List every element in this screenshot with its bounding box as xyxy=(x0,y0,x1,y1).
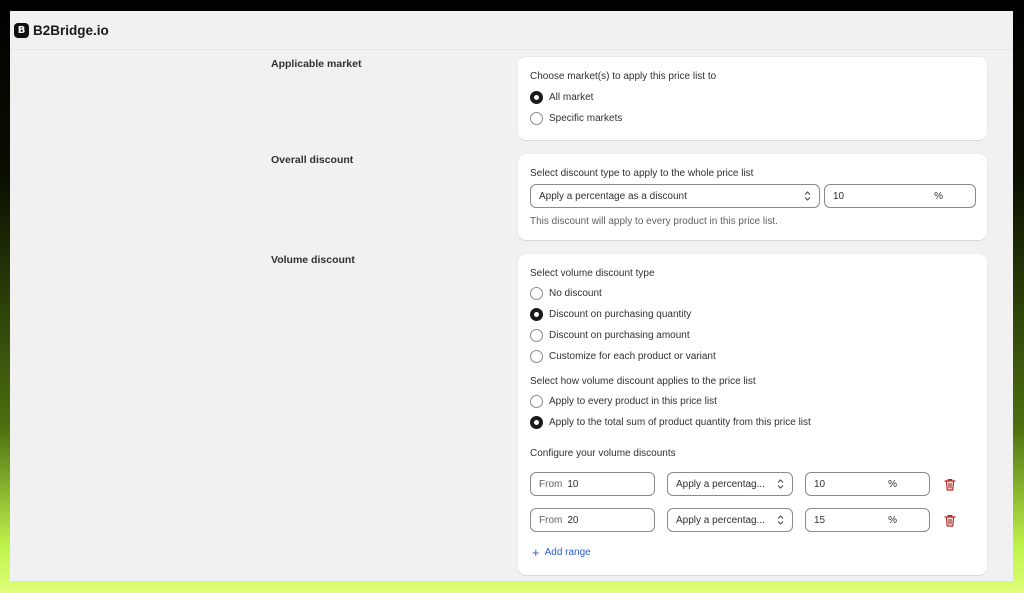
radio-discount-quantity-label[interactable]: Discount on purchasing quantity xyxy=(549,309,691,320)
market-card: Choose market(s) to apply this price lis… xyxy=(518,57,987,140)
select-chevron-icon xyxy=(776,477,784,491)
select-chevron-icon xyxy=(776,513,784,527)
overall-discount-prompt: Select discount type to apply to the who… xyxy=(530,168,754,179)
radio-apply-total-sum-label[interactable]: Apply to the total sum of product quanti… xyxy=(549,417,811,428)
add-range-label: Add range xyxy=(544,547,591,558)
radio-apply-every-product[interactable] xyxy=(530,395,543,408)
range-amount-input[interactable]: 15 % xyxy=(805,508,930,532)
market-prompt: Choose market(s) to apply this price lis… xyxy=(530,71,717,82)
radio-apply-total-sum[interactable] xyxy=(530,416,543,429)
range-amount-value: 15 xyxy=(814,514,826,526)
range-type-select[interactable]: Apply a percentag... xyxy=(667,508,793,532)
section-label-volume-discount: Volume discount xyxy=(271,254,355,266)
radio-no-discount[interactable] xyxy=(530,287,543,300)
app-window: B B2Bridge.io Applicable market Choose m… xyxy=(10,11,1013,581)
radio-specific-markets-label[interactable]: Specific markets xyxy=(549,113,622,124)
range-from-input[interactable]: From 10 xyxy=(530,472,655,496)
overall-discount-card: Select discount type to apply to the who… xyxy=(518,154,987,240)
brand-name: B2Bridge.io xyxy=(33,22,109,38)
radio-all-market[interactable] xyxy=(530,91,543,104)
plus-icon: + xyxy=(532,544,540,560)
configure-volume-label: Configure your volume discounts xyxy=(530,448,676,459)
radio-discount-quantity[interactable] xyxy=(530,308,543,321)
radio-no-discount-label[interactable]: No discount xyxy=(549,288,602,299)
overall-discount-help: This discount will apply to every produc… xyxy=(530,216,778,227)
section-label-applicable-market: Applicable market xyxy=(271,58,362,70)
volume-apply-prompt: Select how volume discount applies to th… xyxy=(530,376,756,387)
select-chevron-icon xyxy=(803,189,811,203)
radio-discount-amount-label[interactable]: Discount on purchasing amount xyxy=(549,330,690,341)
volume-type-prompt: Select volume discount type xyxy=(530,268,655,279)
range-type-select[interactable]: Apply a percentag... xyxy=(667,472,793,496)
delete-range-icon[interactable] xyxy=(944,478,956,491)
radio-specific-markets[interactable] xyxy=(530,112,543,125)
range-amount-value: 10 xyxy=(814,478,826,490)
overall-discount-amount-input[interactable]: 10 % xyxy=(824,184,976,208)
radio-apply-every-product-label[interactable]: Apply to every product in this price lis… xyxy=(549,396,717,407)
percent-suffix: % xyxy=(934,190,943,202)
top-bar: B B2Bridge.io xyxy=(10,11,1013,50)
range-type-value: Apply a percentag... xyxy=(676,514,765,526)
percent-suffix: % xyxy=(888,478,897,490)
range-type-value: Apply a percentag... xyxy=(676,478,765,490)
section-label-overall-discount: Overall discount xyxy=(271,154,354,166)
radio-customize-product[interactable] xyxy=(530,350,543,363)
range-from-value: 10 xyxy=(567,478,579,490)
percent-suffix: % xyxy=(888,514,897,526)
radio-all-market-label[interactable]: All market xyxy=(549,92,593,103)
overall-discount-amount-value: 10 xyxy=(833,190,845,202)
delete-range-icon[interactable] xyxy=(944,514,956,527)
range-amount-input[interactable]: 10 % xyxy=(805,472,930,496)
overall-discount-type-select[interactable]: Apply a percentage as a discount xyxy=(530,184,820,208)
range-from-prefix: From xyxy=(539,478,563,490)
overall-discount-type-value: Apply a percentage as a discount xyxy=(539,190,687,202)
range-from-prefix: From xyxy=(539,514,563,526)
radio-discount-amount[interactable] xyxy=(530,329,543,342)
range-from-value: 20 xyxy=(567,514,579,526)
brand-logo-icon: B xyxy=(14,22,29,38)
add-range-button[interactable]: + Add range xyxy=(532,544,591,560)
radio-customize-product-label[interactable]: Customize for each product or variant xyxy=(549,351,716,362)
range-from-input[interactable]: From 20 xyxy=(530,508,655,532)
volume-discount-card: Select volume discount type No discount … xyxy=(518,254,987,575)
